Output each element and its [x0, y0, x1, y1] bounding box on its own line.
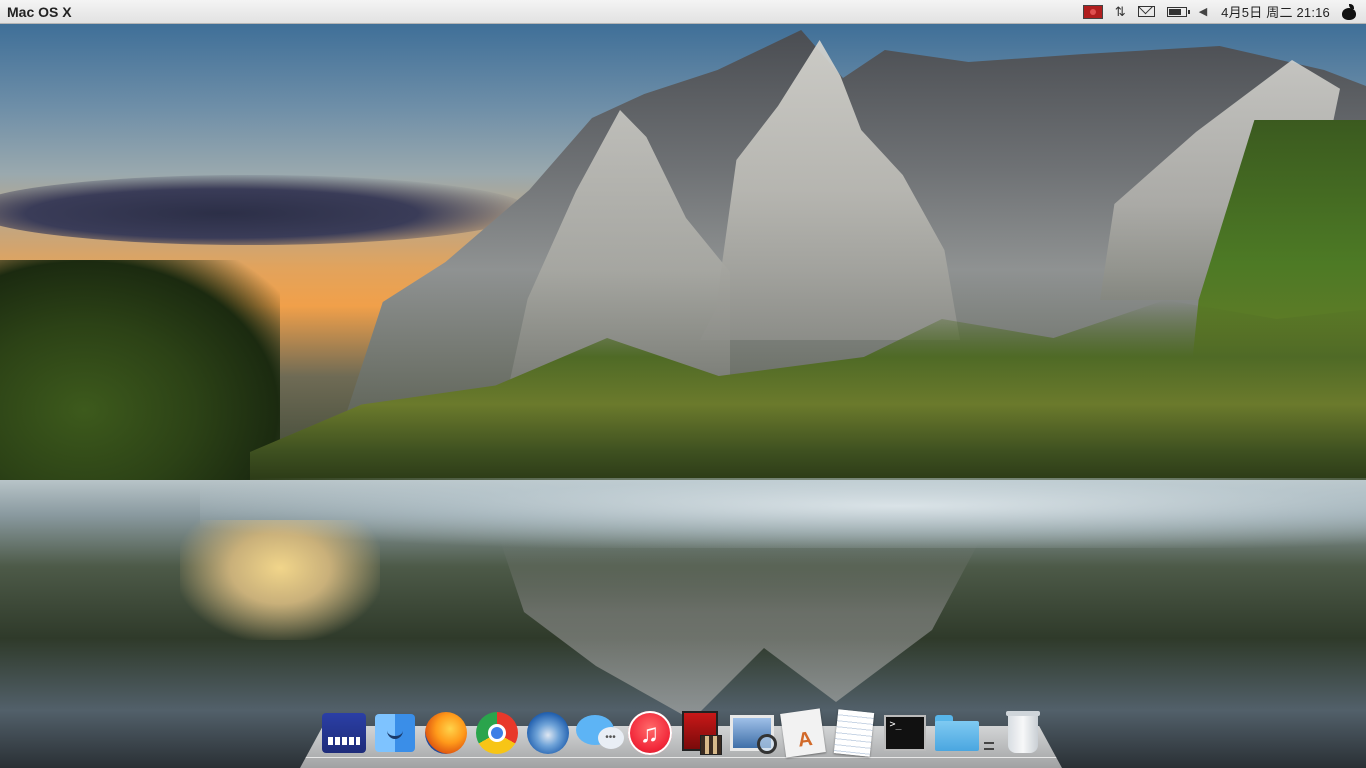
dock-item-movie[interactable] [678, 710, 724, 756]
dock: ♫ >_ [318, 704, 1048, 758]
chrome-icon [475, 712, 518, 754]
textedit-icon [833, 709, 874, 757]
thunderbird-icon [526, 712, 569, 754]
menu-bar: Mac OS X ⇅ ◀ 4月5日 周二 21:16 [0, 0, 1366, 24]
wallpaper-trees-left [0, 260, 280, 510]
dock-item-finder[interactable] [372, 710, 418, 756]
volume-button[interactable]: ◀ [1199, 0, 1207, 24]
movie-icon [680, 711, 722, 755]
dock-item-itunes[interactable]: ♫ [627, 710, 673, 756]
dock-item-messages[interactable] [575, 710, 624, 756]
dock-item-sound-settings[interactable] [321, 710, 367, 756]
mail-button[interactable] [1137, 0, 1155, 24]
battery-button[interactable] [1166, 0, 1190, 24]
dock-item-textedit[interactable] [831, 709, 877, 757]
preview-icon [729, 715, 777, 754]
menu-bar-clock[interactable]: 4月5日 周二 21:16 [1221, 2, 1330, 21]
mail-icon [1137, 6, 1155, 17]
sound-settings-icon [321, 713, 366, 753]
network-arrows-icon: ⇅ [1114, 3, 1126, 19]
messages-icon [575, 713, 624, 753]
dock-item-app-store[interactable] [779, 708, 826, 758]
app-menu-title[interactable]: Mac OS X [7, 4, 72, 20]
volume-icon: ◀ [1198, 6, 1208, 18]
firefox-icon [424, 712, 467, 754]
trash-icon [1005, 711, 1040, 753]
desktop-wallpaper [0, 0, 1366, 768]
itunes-icon: ♫ [627, 711, 672, 755]
app-store-icon [779, 708, 826, 758]
dock-item-thunderbird[interactable] [525, 710, 571, 756]
input-method-button[interactable] [1082, 0, 1103, 24]
dock-item-preview[interactable] [729, 710, 777, 756]
dock-separator [983, 710, 995, 756]
wallpaper-mist [200, 478, 1366, 548]
status-tray: ⇅ ◀ 4月5日 周二 21:16 [1077, 0, 1366, 24]
dock-item-folder[interactable] [933, 710, 979, 756]
dock-item-terminal[interactable]: >_ [882, 710, 928, 756]
terminal-icon: >_ [883, 715, 926, 751]
input-method-flag-icon [1082, 4, 1103, 19]
finder-icon [374, 714, 415, 752]
dock-item-firefox[interactable] [423, 710, 469, 756]
network-button[interactable]: ⇅ [1115, 0, 1126, 24]
dock-item-chrome[interactable] [474, 710, 520, 756]
dock-item-trash[interactable] [1000, 710, 1046, 756]
battery-icon [1166, 6, 1190, 17]
folder-icon [933, 715, 979, 751]
apple-icon[interactable] [1342, 3, 1356, 20]
